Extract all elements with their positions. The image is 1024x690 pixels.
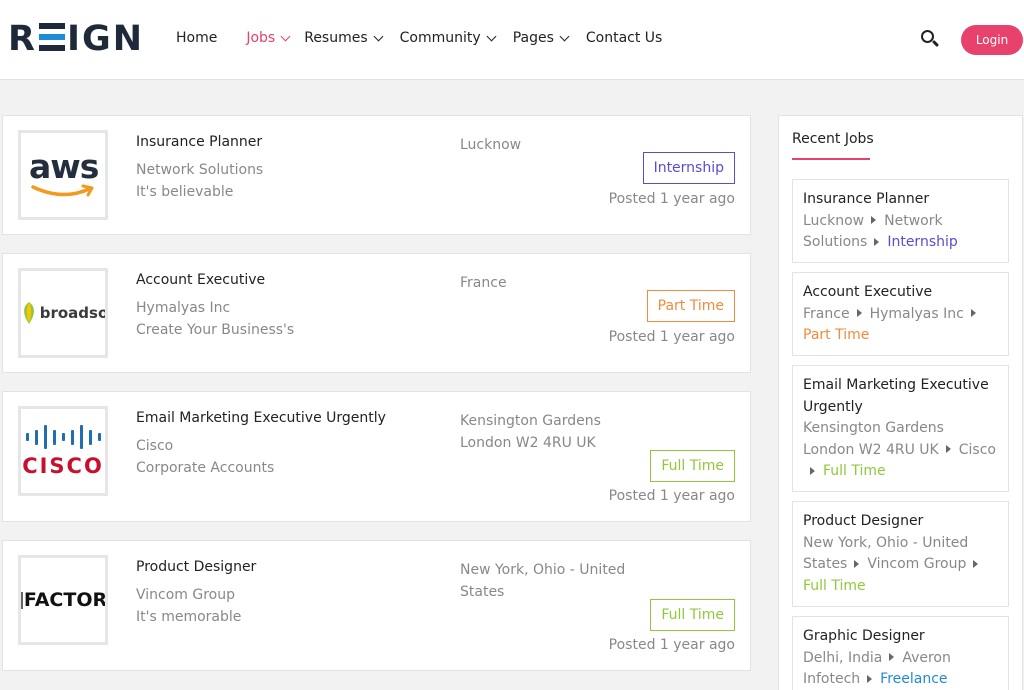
aws-smile-icon [31,184,94,197]
nav-jobs-label: Jobs [246,30,276,46]
chevron-down-icon [486,31,497,41]
title-underline [792,158,870,160]
nav-jobs[interactable]: Jobs [246,28,291,48]
search-icon[interactable] [920,29,940,49]
recent-job-type[interactable]: Part Time [803,327,869,343]
job-location: Lucknow [460,137,522,153]
caret-right-icon [867,674,873,683]
cisco-bars-icon [23,424,104,450]
nav-resumes[interactable]: Resumes [304,28,384,48]
recent-job-title[interactable]: Email Marketing Executive Urgently [803,375,998,418]
recent-job-location: Kensington Gardens London W2 4RU UK [803,420,944,458]
job-location: France [460,275,507,291]
job-tagline: It's memorable [136,609,242,625]
job-card[interactable]: aws Insurance Planner Network Solutions … [2,115,751,235]
job-title[interactable]: Insurance Planner [136,134,262,150]
factor-bar-icon [21,591,23,609]
job-title[interactable]: Account Executive [136,272,265,288]
logo-e-mark [38,23,65,51]
job-title[interactable]: Email Marketing Executive Urgently [136,410,386,426]
job-title[interactable]: Product Designer [136,559,256,575]
job-tagline: It's believable [136,184,234,200]
recent-job-type[interactable]: Freelance [880,671,947,687]
job-card[interactable]: FACTOR Product Designer Vincom Group It'… [2,540,751,671]
recent-job-item[interactable]: Email Marketing Executive Urgently Kensi… [792,365,1009,492]
recent-job-type[interactable]: Internship [887,234,957,250]
job-card[interactable]: broadso Account Executive Hymalyas Inc C… [2,253,751,373]
caret-right-icon [874,237,880,246]
logo-text: FACTOR [23,589,108,611]
job-location: New York, Ohio - United States [460,562,626,600]
caret-right-icon [889,653,895,661]
sidebar-title: Recent Jobs [792,131,874,147]
recent-job-title[interactable]: Graphic Designer [803,626,998,648]
recent-job-item[interactable]: Account Executive France Hymalyas IncPart… [792,272,1009,356]
nav-pages-label: Pages [512,30,554,46]
job-company: Cisco [136,438,174,454]
nav-community-label: Community [399,30,481,46]
chevron-down-icon [373,31,384,41]
recent-job-title[interactable]: Insurance Planner [803,189,998,211]
recent-job-company: Vincom Group [867,556,967,572]
recent-job-location: Delhi, India [803,649,883,666]
company-logo-broadso[interactable]: broadso [18,268,108,358]
job-tagline: Create Your Business's [136,322,295,338]
recent-jobs-widget: Recent Jobs Insurance Planner Lucknow Net… [778,115,1023,690]
recent-job-item[interactable]: Product Designer New York, Ohio - United… [792,501,1009,607]
caret-right-icon [854,559,860,568]
recent-job-location: Lucknow [803,212,865,229]
caret-right-icon [973,559,979,568]
reign-logo[interactable]: R IGN [8,20,144,58]
chevron-down-icon [280,31,291,41]
recent-job-item[interactable]: Insurance Planner Lucknow Network Solutio… [792,179,1009,263]
recent-job-title[interactable]: Product Designer [803,511,998,533]
recent-job-company: Cisco [958,441,996,458]
nav-community[interactable]: Community [399,28,497,48]
job-posted-date: Posted 1 year ago [608,488,735,504]
company-logo-aws[interactable]: aws [18,130,108,220]
caret-right-icon [810,466,815,475]
caret-right-icon [970,309,976,317]
chevron-down-icon [559,31,570,41]
nav-home[interactable]: Home [176,28,217,48]
company-logo-cisco[interactable]: CISCO [18,406,108,496]
recent-job-item[interactable]: Graphic Designer Delhi, India Averon Info… [792,616,1009,690]
login-button[interactable]: Login [961,25,1023,55]
caret-right-icon [856,309,862,317]
job-location: Kensington Gardens London W2 4RU UK [460,413,601,451]
recent-job-company: Hymalyas Inc [869,305,964,322]
job-tagline: Corporate Accounts [136,460,275,476]
job-company: Network Solutions [136,162,264,178]
job-posted-date: Posted 1 year ago [608,637,735,653]
nav-pages[interactable]: Pages [512,28,570,48]
job-card[interactable]: CISCO Email Marketing Executive Urgently… [2,391,751,522]
job-posted-date: Posted 1 year ago [608,191,735,207]
leaf-icon [23,302,34,324]
job-company: Vincom Group [136,587,236,603]
recent-job-location: France [803,305,850,322]
job-type-badge[interactable]: Full Time [650,450,735,482]
nav-resumes-label: Resumes [304,30,368,46]
caret-right-icon [945,445,951,453]
job-type-badge[interactable]: Internship [642,152,735,184]
company-logo-factor[interactable]: FACTOR [18,555,108,645]
caret-right-icon [871,216,877,224]
job-posted-date: Posted 1 year ago [608,329,735,345]
job-company: Hymalyas Inc [136,300,231,316]
recent-job-type[interactable]: Full Time [823,463,886,479]
nav-home-label: Home [176,30,218,46]
logo-text: CISCO [22,454,104,478]
nav-contact-us-label: Contact Us [585,30,663,46]
job-type-badge[interactable]: Full Time [650,599,735,631]
recent-job-type[interactable]: Full Time [803,578,866,594]
main-nav: Home Jobs Resumes Community Pages Contac… [176,28,680,48]
job-type-badge[interactable]: Part Time [646,290,735,322]
recent-job-title[interactable]: Account Executive [803,282,998,304]
logo-text: broadso [39,304,108,322]
logo-text: aws [29,147,99,186]
nav-contact-us[interactable]: Contact Us [586,28,662,48]
site-header: R IGN Home Jobs Resumes Community Pages C… [0,0,1024,80]
